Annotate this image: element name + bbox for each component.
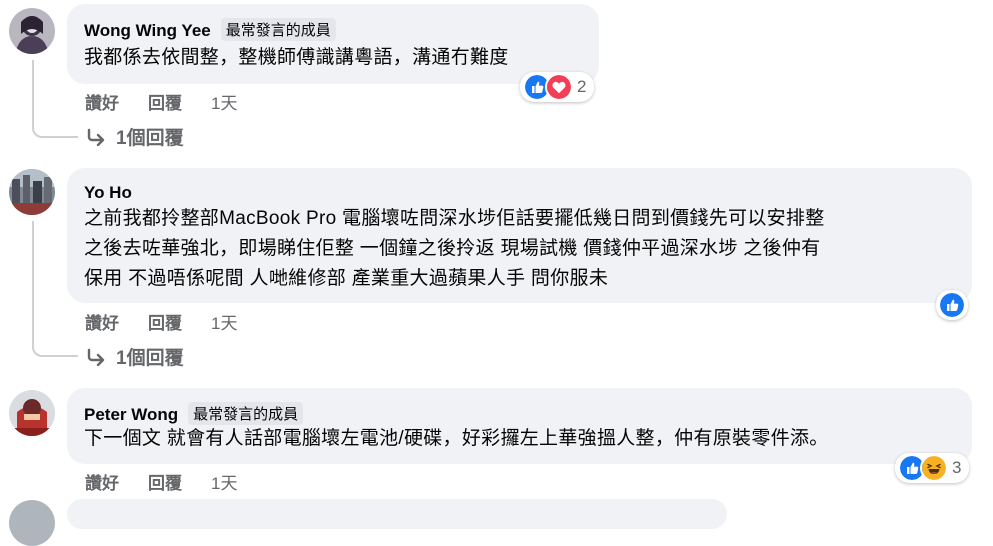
- like-button[interactable]: 讚好: [85, 309, 119, 334]
- comment-author[interactable]: Peter Wong: [84, 405, 178, 424]
- comment-time[interactable]: 1天: [211, 89, 237, 114]
- avatar[interactable]: [9, 390, 55, 436]
- top-contributor-badge: 最常發言的成員: [220, 18, 336, 41]
- comment-text-line: 之前我都拎整部MacBook Pro 電腦壞咗問深水埗佢話要擺低幾日問到價錢先可…: [84, 208, 825, 229]
- top-contributor-badge: 最常發言的成員: [188, 402, 304, 425]
- comment-text: 下一個文 就會有人話部電腦壞左電池/硬碟，好彩攞左上華強搵人整，仲有原裝零件添。: [84, 428, 829, 449]
- reply-arrow-icon: [87, 348, 105, 366]
- haha-icon: [920, 454, 948, 482]
- avatar[interactable]: [9, 500, 55, 546]
- view-replies-link[interactable]: 1個回覆: [86, 343, 184, 370]
- like-button[interactable]: 讚好: [85, 469, 119, 494]
- comment-time[interactable]: 1天: [211, 309, 237, 334]
- avatar[interactable]: [9, 169, 55, 215]
- comment-text-line: 保用 不過唔係呢間 人哋維修部 產業重大過蘋果人手 問你服未: [84, 268, 609, 289]
- reaction-count: 3: [952, 458, 962, 477]
- avatar[interactable]: [9, 8, 55, 54]
- comment-author[interactable]: Yo Ho: [84, 183, 132, 203]
- comment-author[interactable]: Wong Wing Yee: [84, 21, 211, 40]
- comment-bubble: Peter Wong 最常發言的成員 下一個文 就會有人話部電腦壞左電池/硬碟，好…: [67, 388, 972, 464]
- reaction-count: 2: [577, 77, 587, 96]
- comment-bubble: Wong Wing Yee 最常發言的成員 我都係去依間整，整機師傅識講粵語，溝通…: [67, 4, 599, 84]
- like-button[interactable]: 讚好: [85, 89, 119, 114]
- comment-text: 之前我都拎整部MacBook Pro 電腦壞咗問深水埗佢話要擺低幾日問到價錢先可…: [84, 204, 825, 294]
- reply-button[interactable]: 回覆: [148, 309, 182, 334]
- view-replies-link[interactable]: 1個回覆: [86, 123, 184, 150]
- comment-text-line: 之後去咗華強北，即場睇住佢整 一個鐘之後拎返 現場試機 價錢仲平過深水埗 之後仲…: [84, 238, 821, 259]
- reaction-summary[interactable]: 2: [520, 72, 595, 102]
- comment-bubble: [67, 499, 727, 529]
- comment-text: 我都係去依間整，整機師傅識講粵語，溝通冇難度: [84, 47, 509, 68]
- love-icon: [545, 73, 573, 101]
- reaction-summary[interactable]: [936, 290, 968, 320]
- reply-button[interactable]: 回覆: [148, 469, 182, 494]
- reply-arrow-icon: [87, 128, 105, 146]
- comment-time[interactable]: 1天: [211, 469, 237, 494]
- like-icon: [938, 291, 966, 319]
- reply-button[interactable]: 回覆: [148, 89, 182, 114]
- comment-bubble: Yo Ho 之前我都拎整部MacBook Pro 電腦壞咗問深水埗佢話要擺低幾日…: [67, 168, 972, 303]
- reaction-summary[interactable]: 3: [895, 453, 970, 483]
